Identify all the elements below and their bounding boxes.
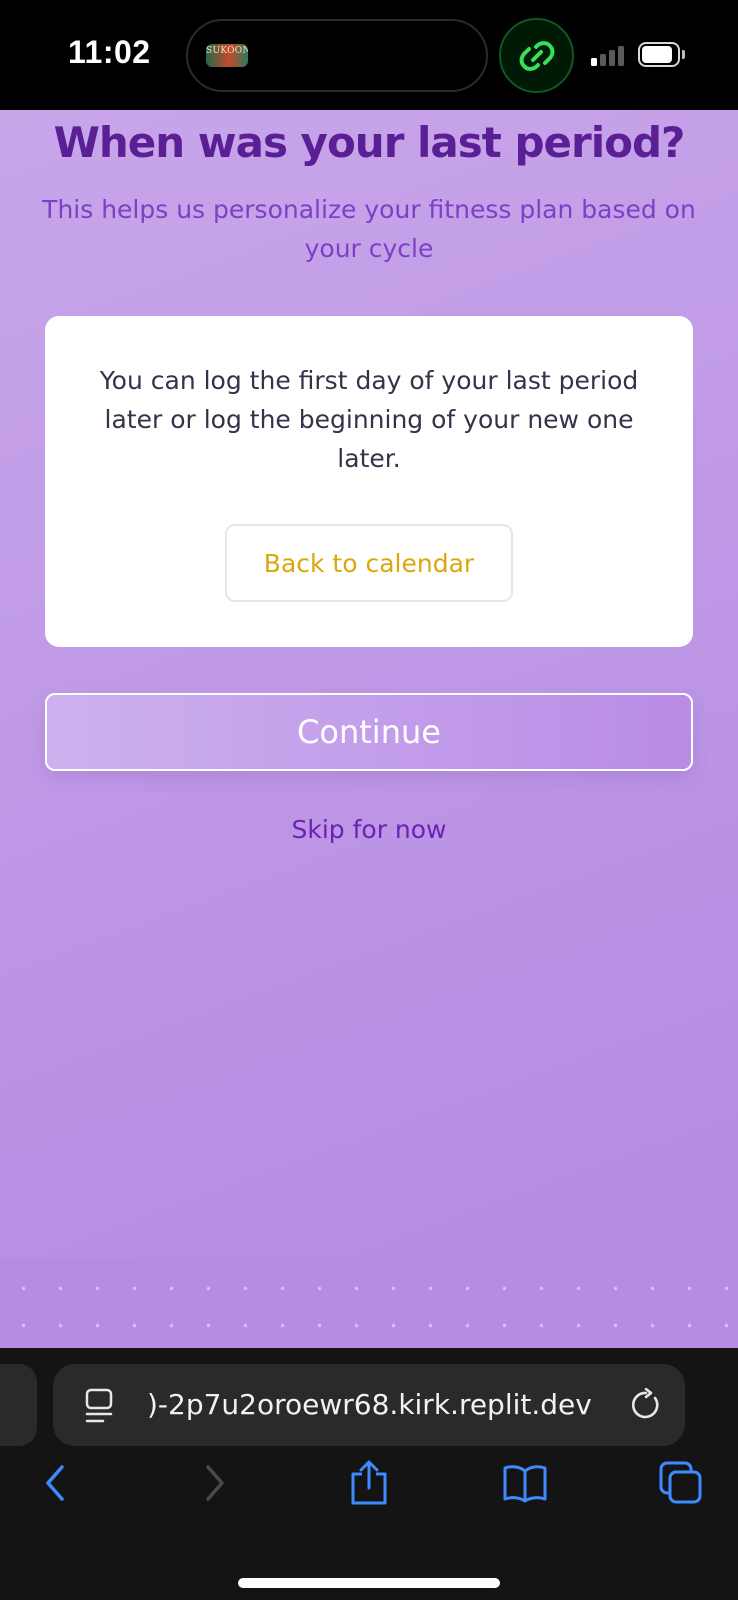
page-subtitle: This helps us personalize your fitness p… — [42, 195, 696, 263]
battery-icon — [638, 42, 685, 67]
url-text[interactable]: )-2p7u2oroewr68.kirk.replit.dev — [147, 1364, 617, 1446]
info-card: You can log the first day of your last p… — [45, 316, 693, 647]
page-title: When was your last period? — [53, 118, 686, 167]
skip-for-now-link[interactable]: Skip for now — [0, 815, 738, 844]
browser-toolbar — [0, 1458, 738, 1538]
address-bar[interactable]: )-2p7u2oroewr68.kirk.replit.dev — [53, 1364, 685, 1446]
book-icon[interactable] — [500, 1458, 550, 1508]
reload-icon[interactable] — [629, 1388, 663, 1422]
share-icon[interactable] — [344, 1458, 394, 1508]
decorative-dot-pattern — [0, 1258, 738, 1348]
back-to-calendar-button[interactable]: Back to calendar — [225, 524, 513, 602]
web-content: When was your last period? This helps us… — [0, 110, 738, 1348]
previous-tab-edge[interactable] — [0, 1364, 37, 1446]
page-menu-icon[interactable] — [85, 1388, 115, 1424]
home-indicator — [238, 1578, 500, 1588]
browser-chrome: )-2p7u2oroewr68.kirk.replit.dev — [0, 1348, 738, 1600]
continue-button[interactable]: Continue — [45, 693, 693, 771]
chevron-left-icon[interactable] — [30, 1458, 80, 1508]
tabs-icon[interactable] — [656, 1458, 706, 1508]
dynamic-island[interactable]: SUKOON — [186, 19, 488, 92]
card-message: You can log the first day of your last p… — [99, 366, 639, 473]
status-time: 11:02 — [68, 34, 151, 70]
now-playing-thumbnail: SUKOON — [206, 44, 248, 67]
link-chain-icon[interactable] — [499, 18, 574, 93]
cellular-signal-icon — [591, 46, 625, 66]
status-bar: 11:02 SUKOON — [0, 0, 738, 110]
thumbnail-label: SUKOON — [206, 46, 248, 56]
chevron-right-icon — [190, 1458, 240, 1508]
